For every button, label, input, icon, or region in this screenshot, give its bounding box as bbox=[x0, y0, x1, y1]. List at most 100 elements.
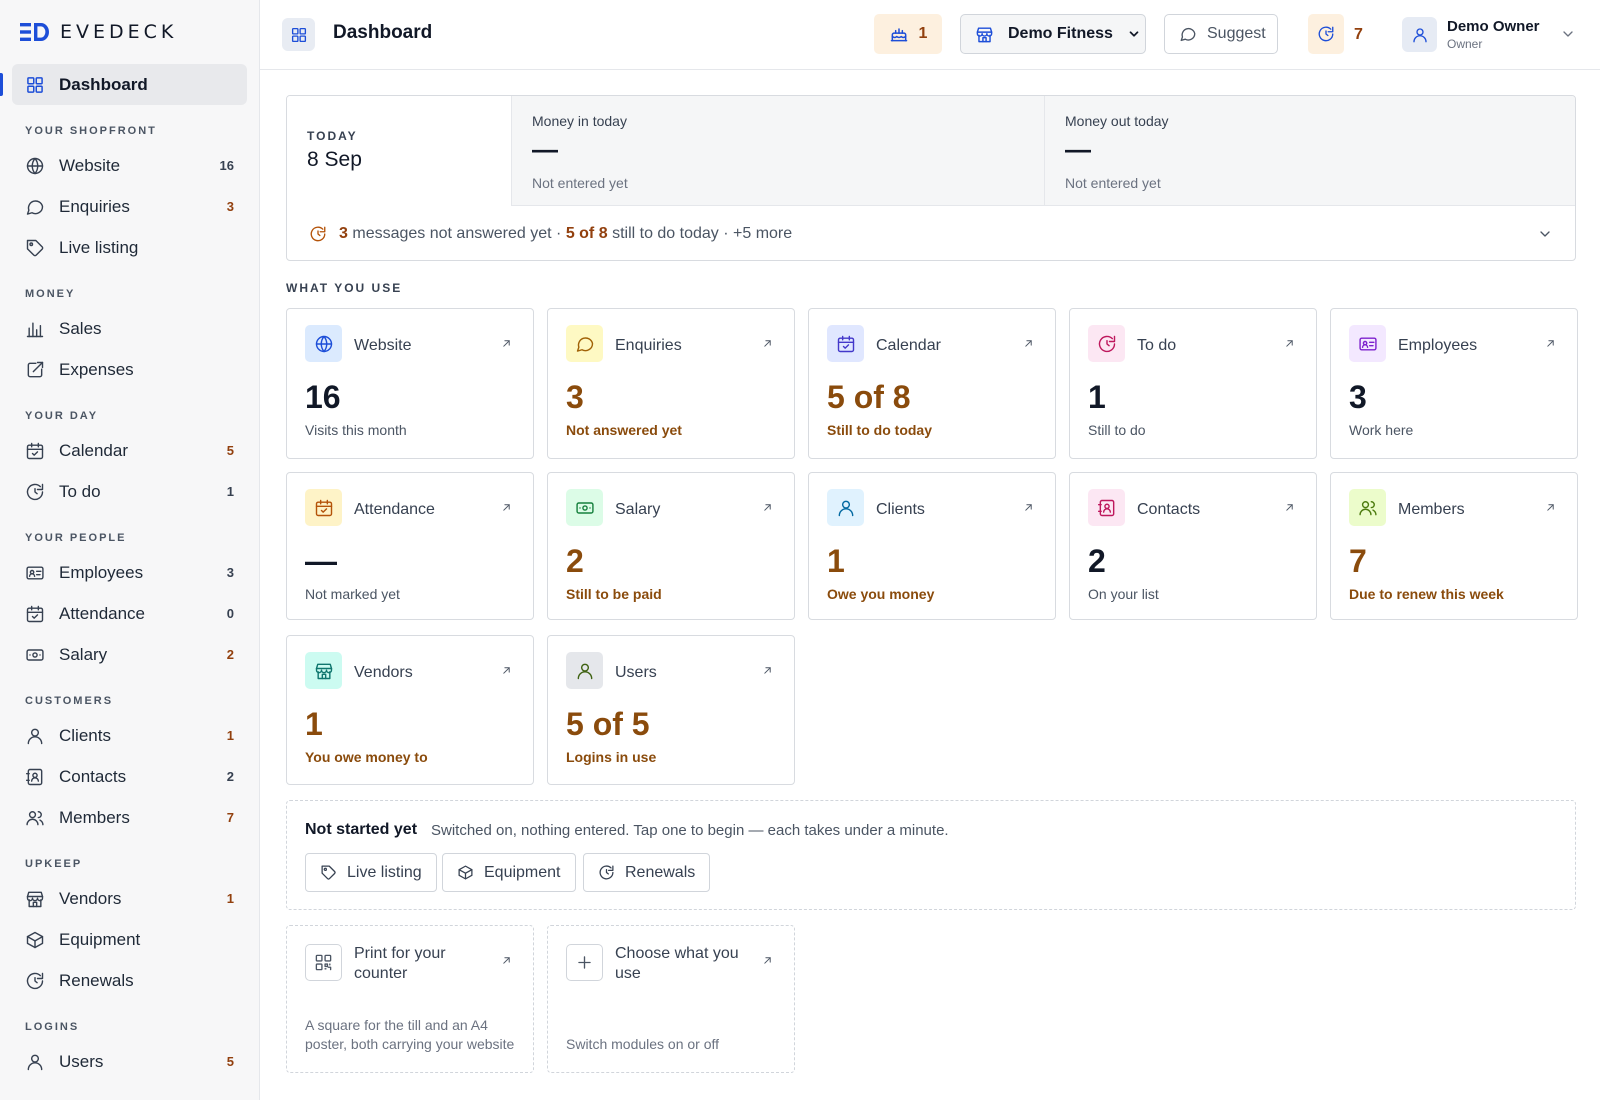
module-tile-attendance[interactable]: Attendance — Not marked yet bbox=[286, 472, 534, 620]
user-icon bbox=[1411, 26, 1429, 44]
todo-button[interactable] bbox=[1308, 14, 1344, 54]
start-button-label: Live listing bbox=[347, 863, 422, 881]
sidebar-item-attendance[interactable]: Attendance 0 bbox=[0, 593, 259, 634]
money-out-cell[interactable]: Money out today — Not entered yet bbox=[1044, 96, 1575, 206]
business-selector[interactable]: Demo Fitness bbox=[960, 14, 1146, 54]
sidebar-item-expenses[interactable]: Expenses bbox=[0, 349, 259, 390]
module-tile-members[interactable]: Members 7 Due to renew this week bbox=[1330, 472, 1578, 620]
sidebar-item-members[interactable]: Members 7 bbox=[0, 797, 259, 838]
brand[interactable]: EVEDECK bbox=[0, 0, 259, 64]
module-tile-website[interactable]: Website 16 Visits this month bbox=[286, 308, 534, 459]
start-button-equipment[interactable]: Equipment bbox=[442, 853, 576, 892]
tile-caption: Logins in use bbox=[566, 749, 657, 765]
module-tile-vendors[interactable]: Vendors 1 You owe money to bbox=[286, 635, 534, 785]
external-link-icon bbox=[25, 360, 45, 380]
tile-value: 2 bbox=[1088, 543, 1106, 579]
summary-todo-count: 5 of 8 bbox=[565, 225, 608, 242]
sidebar-item-users[interactable]: Users 5 bbox=[0, 1041, 259, 1082]
sidebar-item-equipment[interactable]: Equipment bbox=[0, 919, 259, 960]
tile-value: 1 bbox=[1088, 379, 1106, 415]
module-tile-to-do[interactable]: To do 1 Still to do bbox=[1069, 308, 1317, 459]
sidebar-item-count: 1 bbox=[226, 728, 234, 743]
banknote-icon bbox=[566, 489, 603, 526]
expand-chevron-icon[interactable] bbox=[1537, 226, 1553, 242]
pending-summary[interactable]: 3 messages not answered yet · 5 of 8 sti… bbox=[287, 206, 1575, 260]
start-button-label: Equipment bbox=[484, 863, 561, 881]
start-button-live-listing[interactable]: Live listing bbox=[305, 853, 437, 892]
module-tile-enquiries[interactable]: Enquiries 3 Not answered yet bbox=[547, 308, 795, 459]
sidebar-section-heading: MONEY bbox=[25, 288, 76, 300]
sidebar-item-label: Members bbox=[59, 807, 130, 827]
sidebar-item-calendar[interactable]: Calendar 5 bbox=[0, 430, 259, 471]
tile-value: — bbox=[305, 543, 337, 579]
money-in-cell[interactable]: Money in today — Not entered yet bbox=[512, 96, 1044, 206]
sidebar-item-label: Sales bbox=[59, 318, 102, 338]
refresh-icon bbox=[25, 971, 45, 991]
sidebar-item-website[interactable]: Website 16 bbox=[0, 145, 259, 186]
money-out-value: — bbox=[1065, 134, 1091, 164]
tile-value: 7 bbox=[1349, 543, 1367, 579]
sidebar-item-clients[interactable]: Clients 1 bbox=[0, 715, 259, 756]
id-card-icon bbox=[1349, 325, 1386, 362]
module-tile-clients[interactable]: Clients 1 Owe you money bbox=[808, 472, 1056, 620]
sidebar-section-heading: LOGINS bbox=[25, 1021, 80, 1033]
start-button-renewals[interactable]: Renewals bbox=[583, 853, 711, 892]
module-tile-employees[interactable]: Employees 3 Work here bbox=[1330, 308, 1578, 459]
tile-title: Website bbox=[354, 337, 412, 354]
user-menu-chevron-icon[interactable] bbox=[1560, 26, 1576, 42]
suggest-label: Suggest bbox=[1207, 25, 1266, 42]
module-tile-calendar[interactable]: Calendar 5 of 8 Still to do today bbox=[808, 308, 1056, 459]
alert-count: 1 bbox=[918, 25, 928, 42]
print-counter-card[interactable]: Print for your counter A square for the t… bbox=[286, 925, 534, 1073]
chat-icon bbox=[25, 197, 45, 217]
tile-value: 5 of 8 bbox=[827, 379, 911, 415]
module-tile-salary[interactable]: Salary 2 Still to be paid bbox=[547, 472, 795, 620]
sidebar-item-label: Live listing bbox=[59, 237, 139, 257]
sidebar-section-heading: YOUR DAY bbox=[25, 410, 99, 422]
user-icon bbox=[827, 489, 864, 526]
sidebar-item-dashboard[interactable]: Dashboard bbox=[0, 64, 247, 105]
box-icon bbox=[457, 864, 474, 881]
today-date-cell: TODAY 8 Sep bbox=[287, 96, 512, 206]
tile-caption: You owe money to bbox=[305, 749, 428, 765]
grid-icon bbox=[25, 75, 45, 95]
choose-modules-card[interactable]: Choose what you use Switch modules on or … bbox=[547, 925, 795, 1073]
tile-caption: Not answered yet bbox=[566, 422, 682, 438]
money-out-label: Money out today bbox=[1065, 113, 1169, 129]
chat-icon bbox=[566, 325, 603, 362]
sidebar-item-vendors[interactable]: Vendors 1 bbox=[0, 878, 259, 919]
sidebar-item-contacts[interactable]: Contacts 2 bbox=[0, 756, 259, 797]
sidebar: EVEDECK Dashboard YOUR SHOPFRONT Website 1… bbox=[0, 0, 260, 1100]
sidebar-item-live-listing[interactable]: Live listing bbox=[0, 227, 259, 268]
arrow-up-right-icon bbox=[761, 664, 774, 677]
sidebar-item-count: 5 bbox=[226, 443, 234, 458]
sidebar-item-enquiries[interactable]: Enquiries 3 bbox=[0, 186, 259, 227]
sidebar-item-salary[interactable]: Salary 2 bbox=[0, 634, 259, 675]
not-started-title: Not started yet bbox=[305, 821, 418, 838]
arrow-up-right-icon bbox=[1544, 337, 1557, 350]
suggest-button[interactable]: Suggest bbox=[1164, 14, 1278, 54]
sidebar-item-count: 2 bbox=[226, 769, 234, 784]
sidebar-item-count: 5 bbox=[226, 1054, 234, 1069]
avatar[interactable] bbox=[1402, 17, 1437, 52]
sidebar-item-count: 3 bbox=[226, 565, 234, 580]
alert-button[interactable]: 1 bbox=[874, 14, 942, 54]
module-tile-contacts[interactable]: Contacts 2 On your list bbox=[1069, 472, 1317, 620]
sidebar-item-employees[interactable]: Employees 3 bbox=[0, 552, 259, 593]
tag-icon bbox=[320, 864, 337, 881]
sidebar-item-to-do[interactable]: To do 1 bbox=[0, 471, 259, 512]
user-name[interactable]: Demo Owner bbox=[1447, 18, 1540, 35]
module-tile-users[interactable]: Users 5 of 5 Logins in use bbox=[547, 635, 795, 785]
sidebar-section-heading: YOUR SHOPFRONT bbox=[25, 125, 157, 137]
summary-message-text: messages not answered yet · bbox=[352, 225, 562, 242]
arrow-up-right-icon bbox=[500, 664, 513, 677]
sidebar-item-renewals[interactable]: Renewals bbox=[0, 960, 259, 1001]
today-label: TODAY bbox=[307, 129, 358, 143]
tile-caption: Visits this month bbox=[305, 422, 407, 438]
sidebar-item-label: Salary bbox=[59, 644, 108, 664]
sidebar-item-sales[interactable]: Sales bbox=[0, 308, 259, 349]
tile-value: 1 bbox=[305, 706, 323, 742]
sidebar-item-label: Dashboard bbox=[59, 74, 148, 94]
sidebar-section-heading: CUSTOMERS bbox=[25, 695, 114, 707]
sidebar-item-label: Users bbox=[59, 1051, 104, 1071]
